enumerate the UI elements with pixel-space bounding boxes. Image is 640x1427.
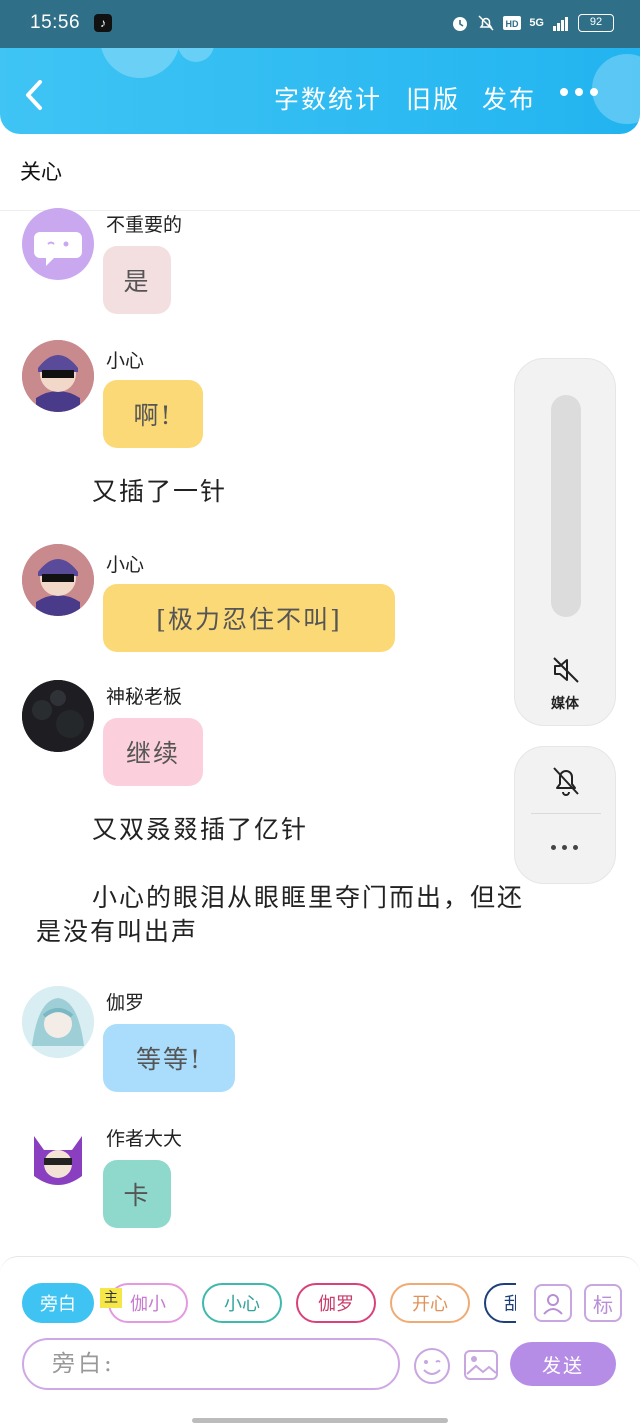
dark-forest-image xyxy=(22,680,94,752)
message-bubble[interactable]: 是 xyxy=(103,246,171,314)
narration-text[interactable]: 又双叒叕插了亿针 xyxy=(92,810,308,850)
speaker-mute-icon[interactable] xyxy=(551,655,581,685)
speaker-name: 不重要的 xyxy=(106,214,183,236)
publish-button[interactable]: 发布 xyxy=(482,80,536,116)
word-count-button[interactable]: 字数统计 xyxy=(274,80,382,116)
chevron-left-icon xyxy=(26,80,42,110)
status-bar: 15:56 ♪ HD 5G 92 xyxy=(0,0,640,48)
speaker-name: 神秘老板 xyxy=(106,686,183,708)
avatar[interactable] xyxy=(22,680,94,752)
volume-slider[interactable] xyxy=(551,395,581,617)
signal-icon xyxy=(553,17,568,31)
image-icon[interactable] xyxy=(462,1346,500,1384)
old-version-button[interactable]: 旧版 xyxy=(406,80,460,116)
more-menu-button[interactable] xyxy=(560,88,600,98)
person-card-icon xyxy=(543,1294,563,1315)
avatar[interactable] xyxy=(22,208,94,280)
divider xyxy=(531,813,601,814)
signal-label: 5G xyxy=(529,17,544,29)
role-chip[interactable]: 伽罗 xyxy=(296,1283,376,1323)
more-options-button[interactable] xyxy=(551,845,578,850)
narration-text[interactable]: 是没有叫出声 xyxy=(36,912,198,952)
tiktok-icon: ♪ xyxy=(94,14,112,32)
avatar[interactable] xyxy=(22,544,94,616)
app-header: 字数统计 旧版 发布 xyxy=(0,48,640,134)
divider xyxy=(0,210,640,211)
emoji-icon[interactable] xyxy=(412,1346,452,1386)
character-portrait xyxy=(22,1122,94,1194)
mark-tool-button[interactable]: 标 xyxy=(584,1284,622,1322)
character-portrait xyxy=(22,986,94,1058)
decor-bubble xyxy=(100,48,180,78)
volume-panel: 媒体 xyxy=(514,358,616,726)
message-bubble[interactable]: 等等! xyxy=(103,1024,235,1092)
role-chip[interactable]: 乱 xyxy=(484,1283,516,1323)
decor-bubble xyxy=(178,48,214,62)
narration-text[interactable]: 又插了一针 xyxy=(92,472,227,512)
send-button[interactable]: 发送 xyxy=(510,1342,616,1386)
character-portrait xyxy=(22,544,94,616)
status-time: 15:56 xyxy=(30,12,81,33)
message-bubble[interactable]: 卡 xyxy=(103,1160,171,1228)
media-label: 媒体 xyxy=(551,695,579,711)
speaker-name: 作者大大 xyxy=(106,1128,183,1150)
role-chip[interactable]: 小心 xyxy=(202,1283,282,1323)
message-bubble[interactable]: 继续 xyxy=(103,718,203,786)
back-button[interactable] xyxy=(20,78,50,112)
message-bubble[interactable]: 啊! xyxy=(103,380,203,448)
alarm-icon xyxy=(453,17,468,31)
role-selector: 旁白 伽小 小心 伽罗 开心 乱 xyxy=(22,1283,516,1325)
bell-off-icon[interactable] xyxy=(551,765,581,797)
chat-face-icon xyxy=(34,232,82,266)
ringer-panel xyxy=(514,746,616,884)
character-manage-button[interactable] xyxy=(534,1284,572,1322)
speaker-name: 小心 xyxy=(106,554,145,576)
bell-off-icon xyxy=(478,15,494,31)
avatar[interactable] xyxy=(22,340,94,412)
speaker-name: 伽罗 xyxy=(106,992,145,1014)
hd-icon: HD xyxy=(503,16,522,30)
role-chip-narrator[interactable]: 旁白 xyxy=(22,1283,94,1323)
message-input[interactable]: 旁白: xyxy=(22,1338,400,1390)
battery-indicator: 92 xyxy=(578,14,614,32)
character-portrait xyxy=(22,340,94,412)
host-badge: 主 xyxy=(100,1288,122,1308)
avatar[interactable] xyxy=(22,986,94,1058)
speaker-name: 小心 xyxy=(106,350,145,372)
status-icons: HD 5G 92 xyxy=(451,14,614,32)
svg-text:HD: HD xyxy=(506,19,519,29)
message-bubble[interactable]: [极力忍住不叫] xyxy=(103,584,395,652)
avatar[interactable] xyxy=(22,1122,94,1194)
role-chip[interactable]: 开心 xyxy=(390,1283,470,1323)
home-indicator[interactable] xyxy=(192,1418,448,1423)
chapter-title[interactable]: 关心 xyxy=(20,156,62,186)
